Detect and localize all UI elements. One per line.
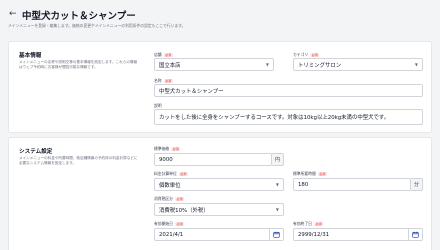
calc-unit-select[interactable]: 個数単位 ▼: [154, 178, 284, 191]
price-label: 標準価格 必須: [154, 146, 181, 152]
required-badge: 必須: [310, 52, 320, 58]
price-unit: 円: [272, 153, 284, 166]
required-badge: 必須: [163, 52, 173, 58]
system-settings-description: メインメニューの料金や所要時間、他店舗情報の予約枠の料金計算などに必要なシステム…: [19, 156, 138, 166]
calc-unit-label: 料金計算単位 必須: [154, 171, 188, 177]
required-badge: 必須: [178, 171, 188, 177]
chevron-down-icon: ▼: [275, 207, 279, 212]
tax-label: 消費税区分 必須: [154, 196, 185, 202]
name-input[interactable]: 中型犬カット＆シャンプー: [154, 84, 423, 97]
end-date-input[interactable]: 2999/12/31: [293, 228, 409, 241]
start-date-input[interactable]: 2021/4/1: [154, 228, 270, 241]
system-settings-card: システム設定 メインメニューの料金や所要時間、他店舗情報の予約枠の料金計算などに…: [8, 137, 432, 250]
tax-select[interactable]: 消費税10%（外税） ▼: [154, 203, 284, 216]
start-date-label: 有効開始日 必須: [154, 221, 185, 227]
duration-input[interactable]: 180: [293, 178, 411, 191]
system-settings-title: システム設定: [19, 149, 53, 155]
page-title: 中型犬カット＆シャンプー: [22, 11, 136, 22]
basic-info-card: 基本情報 メインメニューの名称や説明文等の基本情報を設定します。これらの情報はウ…: [8, 41, 432, 133]
description-textarea[interactable]: カットをした後に全身をシャンプーするコースです。対象は10kg以上20kg未満の…: [154, 109, 423, 125]
chevron-down-icon: ▼: [265, 62, 269, 67]
page-header: ← 中型犬カット＆シャンプー メインメニューを登録・編集します。価格の変更やメイ…: [0, 0, 440, 34]
required-badge: 必須: [174, 196, 185, 202]
duration-label: 標準所要時間 必須: [293, 171, 327, 177]
required-badge: 必須: [163, 78, 173, 84]
duration-unit: 分: [411, 178, 423, 191]
chevron-down-icon: ▼: [414, 62, 418, 67]
end-date-label: 有効終了日 必須: [293, 221, 324, 227]
price-input[interactable]: 9000: [154, 153, 272, 166]
arrow-left-icon[interactable]: ←: [9, 9, 17, 19]
category-select[interactable]: トリミングサロン ▼: [293, 58, 423, 71]
required-badge: 必須: [317, 171, 327, 177]
store-select[interactable]: 国立本店 ▼: [154, 58, 274, 71]
page-subtitle: メインメニューを登録・編集します。価格の変更やメインメニューの利用条件の設定もこ…: [8, 23, 186, 28]
calendar-icon[interactable]: [270, 228, 284, 241]
basic-info-title: 基本情報: [19, 53, 42, 59]
chevron-down-icon: ▼: [275, 182, 279, 187]
required-badge: 必須: [171, 146, 181, 152]
calendar-icon[interactable]: [409, 228, 423, 241]
required-badge: 必須: [174, 221, 185, 227]
required-badge: 必須: [313, 221, 324, 227]
basic-info-description: メインメニューの名称や説明文等の基本情報を設定します。これらの情報はウェブ予約時…: [19, 60, 138, 70]
